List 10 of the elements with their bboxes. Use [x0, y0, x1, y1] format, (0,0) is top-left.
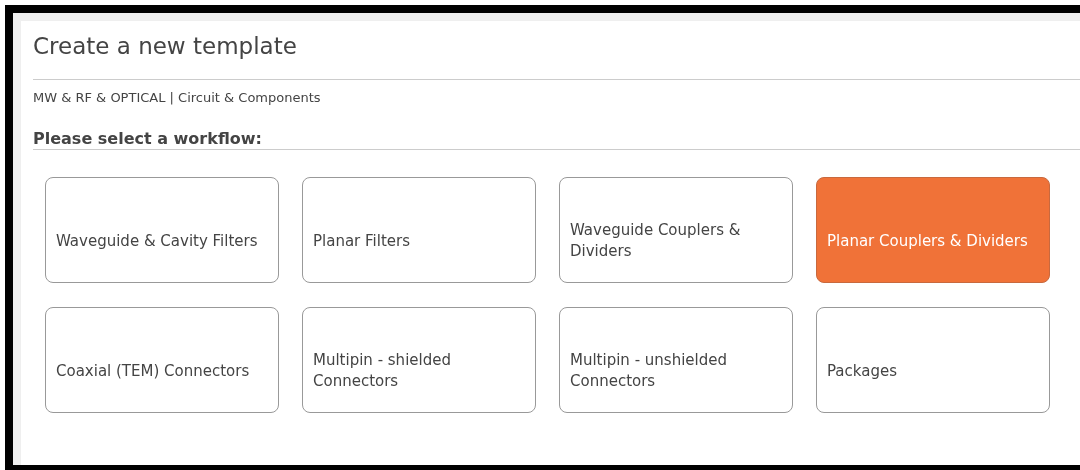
- section-heading: Please select a workflow:: [33, 129, 1080, 150]
- breadcrumb: MW & RF & OPTICAL | Circuit & Components: [33, 89, 322, 107]
- page-title: Create a new template: [33, 21, 1080, 80]
- workflow-card[interactable]: Waveguide Couplers & Dividers: [559, 177, 793, 283]
- workflow-card[interactable]: Waveguide & Cavity Filters: [45, 177, 279, 283]
- workflow-card[interactable]: Coaxial (TEM) Connectors: [45, 307, 279, 413]
- workflow-card[interactable]: Packages: [816, 307, 1050, 413]
- workflow-card[interactable]: Multipin - unshielded Connectors: [559, 307, 793, 413]
- workflow-card[interactable]: Planar Filters: [302, 177, 536, 283]
- workflow-card[interactable]: Multipin - shielded Connectors: [302, 307, 536, 413]
